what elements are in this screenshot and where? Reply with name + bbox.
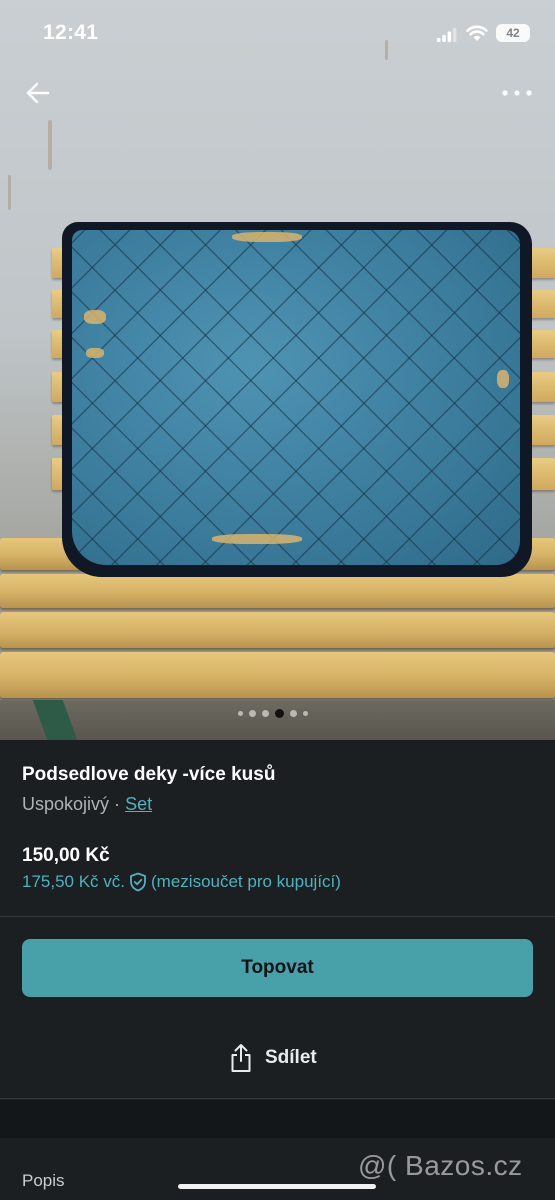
- more-horizontal-icon[interactable]: [500, 80, 534, 106]
- worn-patch: [232, 232, 302, 242]
- bench-seat-slat: [0, 652, 555, 698]
- price: 150,00 Kč: [22, 845, 110, 866]
- battery-icon: 42: [496, 24, 530, 42]
- ground: [0, 700, 555, 740]
- share-icon: [231, 1044, 251, 1072]
- watermark: @( Bazos.cz: [358, 1150, 523, 1181]
- buyer-price-note: (mezisoučet pro kupující): [151, 872, 341, 891]
- wall-stain: [8, 175, 11, 210]
- status-bar: 12:41 42: [0, 0, 555, 66]
- condition-row: Uspokojivý · Set: [22, 794, 152, 815]
- carousel-dot-active[interactable]: [275, 708, 284, 718]
- bench-seat-slat: [0, 612, 555, 648]
- cellular-signal-icon: [437, 28, 457, 42]
- listing-title: Podsedlove deky -více kusů: [22, 764, 276, 785]
- worn-patch: [86, 348, 104, 358]
- carousel-indicator[interactable]: [238, 708, 308, 718]
- worn-patch: [497, 370, 509, 388]
- divider: [0, 916, 555, 917]
- carousel-dot[interactable]: [238, 710, 243, 716]
- carousel-dot[interactable]: [262, 709, 269, 717]
- clock: 12:41: [43, 21, 99, 44]
- worn-patch: [84, 310, 106, 324]
- carousel-dot[interactable]: [249, 709, 256, 717]
- section-gap: [0, 1100, 555, 1138]
- separator: ·: [114, 794, 121, 814]
- carousel-dot[interactable]: [303, 710, 308, 716]
- wall-stain: [48, 120, 52, 170]
- promote-button[interactable]: Topovat: [22, 939, 533, 997]
- shield-check-icon: [130, 872, 146, 892]
- worn-patch: [212, 534, 302, 544]
- category-link[interactable]: Set: [125, 794, 152, 814]
- home-indicator[interactable]: [178, 1184, 376, 1189]
- buyer-price: 175,50 Kč vč.: [22, 872, 126, 891]
- share-label: Sdílet: [265, 1047, 317, 1068]
- divider: [0, 1098, 555, 1099]
- listing-photo[interactable]: [0, 0, 555, 740]
- wifi-icon: [466, 25, 488, 41]
- condition-label: Uspokojivý: [22, 794, 110, 814]
- share-button[interactable]: Sdílet: [229, 1043, 317, 1073]
- carousel-dot[interactable]: [290, 709, 297, 717]
- saddle-pad-quilting: [72, 230, 520, 565]
- saddle-pad: [62, 222, 532, 577]
- arrow-left-icon[interactable]: [22, 77, 54, 109]
- description-section-label: Popis: [22, 1171, 65, 1190]
- buyer-price-row[interactable]: 175,50 Kč vč. (mezisoučet pro kupující): [22, 872, 341, 892]
- bench-seat-slat: [0, 574, 555, 608]
